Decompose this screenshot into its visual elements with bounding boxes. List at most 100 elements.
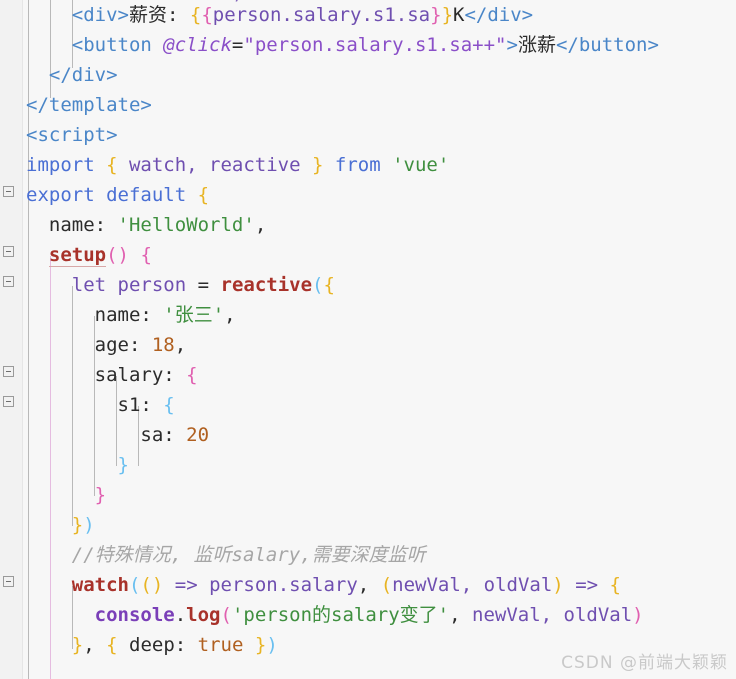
fold-reactive-icon[interactable]	[3, 276, 14, 287]
token: )	[552, 574, 564, 596]
token: person	[117, 274, 198, 296]
token: (	[220, 604, 232, 626]
fold-export-default-icon[interactable]	[3, 186, 14, 197]
token: {	[106, 154, 118, 176]
line-template-close[interactable]: </template>	[22, 90, 736, 120]
editor-gutter[interactable]	[0, 0, 23, 679]
token: )	[266, 634, 278, 656]
token: name:	[48, 214, 118, 236]
code-editor[interactable]: name: 'HelloWorld', <div>薪资: {{person.sa…	[0, 0, 736, 679]
token: (	[128, 574, 141, 596]
token: true	[197, 634, 244, 656]
token: K	[453, 4, 465, 26]
token: }	[71, 514, 84, 536]
token: @click	[163, 34, 232, 56]
token: newVal, oldVal	[472, 604, 633, 626]
token: }	[71, 634, 84, 656]
fold-s1-icon[interactable]	[3, 396, 14, 407]
fold-watch-icon[interactable]	[3, 576, 14, 587]
line-let-person-reactive[interactable]: let person = reactive({	[22, 270, 736, 300]
token: {	[186, 364, 198, 386]
token: person.salary	[209, 574, 358, 596]
token: 'HelloWorld'	[117, 214, 255, 236]
token: }	[94, 484, 107, 506]
token: age:	[94, 334, 152, 356]
token: <div>	[71, 4, 129, 26]
token: >	[506, 34, 518, 56]
token: ,	[224, 304, 236, 326]
token: {	[140, 244, 152, 266]
token: 18	[151, 334, 175, 356]
fold-setup-icon[interactable]	[3, 246, 14, 257]
fold-salary-icon[interactable]	[3, 366, 14, 377]
line-salary-close[interactable]: }	[22, 480, 736, 510]
token: ,	[83, 634, 107, 656]
token: person.salary.s1.sa	[212, 4, 431, 26]
line-age[interactable]: age: 18,	[22, 330, 736, 360]
token: =>	[563, 574, 610, 596]
code-content[interactable]: <div>薪资: {{person.salary.s1.sa}}K</div> …	[22, 0, 736, 679]
line-div-salary[interactable]: <div>薪资: {{person.salary.s1.sa}}K</div>	[22, 0, 736, 30]
token: ,	[174, 334, 187, 356]
token: )	[632, 604, 644, 626]
token: </div>	[464, 4, 534, 26]
token: (	[380, 574, 393, 596]
token: reactive	[220, 274, 313, 296]
line-comment-deep-watch[interactable]: //特殊情况, 监听salary,需要深度监听	[22, 540, 736, 570]
token: watch	[71, 574, 129, 596]
token: ,	[449, 604, 472, 626]
token: salary:	[94, 364, 187, 386]
token: log	[186, 604, 221, 626]
token: }	[254, 634, 267, 656]
line-s1-close[interactable]: }	[22, 450, 736, 480]
token: {	[189, 4, 202, 26]
token: 薪资:	[128, 4, 190, 26]
line-script-open[interactable]: <script>	[22, 120, 736, 150]
line-import[interactable]: import { watch, reactive } from 'vue'	[22, 150, 736, 180]
token: '张三'	[163, 304, 225, 326]
line-button-click[interactable]: <button @click="person.salary.s1.sa++">涨…	[22, 30, 736, 60]
line-name-helloworld[interactable]: name: 'HelloWorld',	[22, 210, 736, 240]
token: .	[174, 604, 187, 626]
line-sa-value[interactable]: sa: 20	[22, 420, 736, 450]
line-reactive-close[interactable]: })	[22, 510, 736, 540]
line-div-close[interactable]: </div>	[22, 60, 736, 90]
line-export-default[interactable]: export default {	[22, 180, 736, 210]
token: =>	[163, 574, 210, 596]
token: //特殊情况, 监听salary,需要深度监听	[71, 544, 426, 566]
token: s1:	[117, 394, 164, 416]
token: 'vue'	[392, 154, 450, 176]
line-setup[interactable]: setup() {	[22, 240, 736, 270]
line-s1-open[interactable]: s1: {	[22, 390, 736, 420]
token: newVal, oldVal	[392, 574, 553, 596]
token: "person.salary.s1.sa++"	[243, 34, 507, 56]
token: =	[231, 34, 244, 56]
token: =	[197, 274, 221, 296]
token: setup	[48, 244, 107, 267]
token: }	[117, 454, 129, 476]
token: ()	[140, 574, 164, 596]
token: 'person的salary变了'	[231, 604, 450, 626]
token: }	[430, 4, 442, 26]
token: ()	[106, 244, 129, 266]
line-watch-open[interactable]: watch(() => person.salary, (newVal, oldV…	[22, 570, 736, 600]
token: }	[312, 154, 324, 176]
line-console-log[interactable]: console.log('person的salary变了', newVal, o…	[22, 600, 736, 630]
line-name-zhangsan[interactable]: name: '张三',	[22, 300, 736, 330]
token: {	[106, 634, 118, 656]
line-salary-open[interactable]: salary: {	[22, 360, 736, 390]
token: )	[83, 514, 95, 536]
